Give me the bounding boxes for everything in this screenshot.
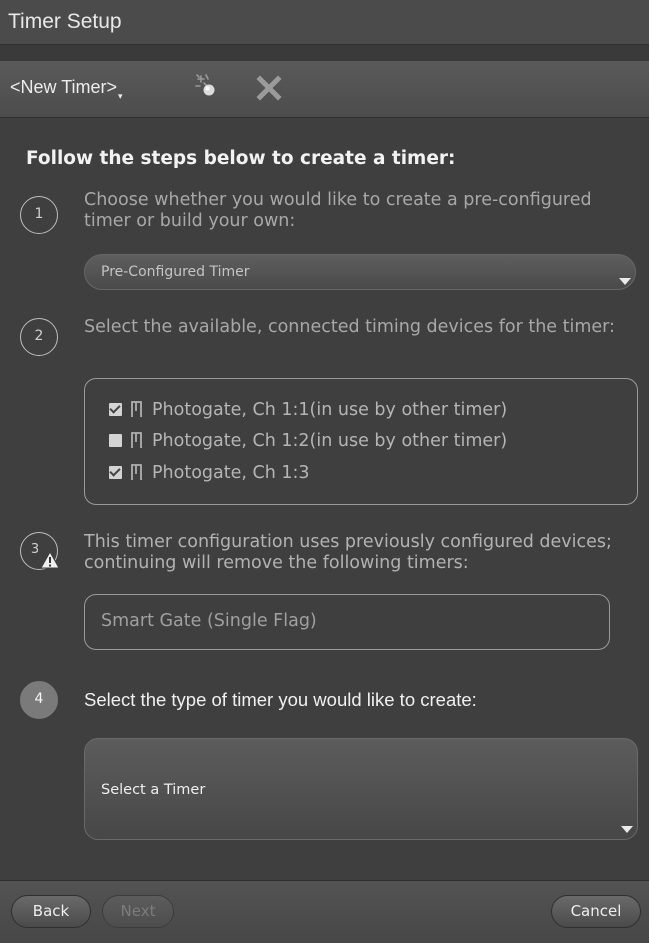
step-4-indicator: 4 — [20, 681, 58, 719]
timer-source-value: Pre-Configured Timer — [101, 264, 250, 280]
chevron-down-icon: ▾ — [118, 91, 123, 101]
device-list: Photogate, Ch 1:1(in use by other timer)… — [84, 378, 638, 505]
step-2-indicator: 2 — [20, 318, 58, 356]
device-item[interactable]: Photogate, Ch 1:2(in use by other timer) — [109, 431, 507, 457]
chevron-down-icon — [621, 826, 633, 833]
next-button[interactable]: Next — [102, 895, 174, 928]
footer-bar: Back Next Cancel — [0, 880, 649, 943]
back-button[interactable]: Back — [11, 895, 91, 928]
step-1-indicator: 1 — [20, 196, 58, 234]
cancel-button[interactable]: Cancel — [551, 895, 641, 928]
wizard-wand-icon[interactable] — [192, 73, 222, 103]
timer-type-dropdown[interactable]: Select a Timer — [84, 738, 638, 840]
device-label: Photogate, Ch 1:3 — [152, 463, 310, 483]
wizard-content: Follow the steps below to create a timer… — [0, 118, 649, 880]
device-label: Photogate, Ch 1:1(in use by other timer) — [152, 400, 508, 420]
device-checkbox[interactable] — [109, 466, 122, 479]
timers-to-remove-box: Smart Gate (Single Flag) — [84, 594, 610, 650]
step-3-number: 3 — [30, 542, 40, 557]
instructions-heading: Follow the steps below to create a timer… — [26, 148, 456, 169]
photogate-icon — [131, 432, 142, 448]
window-title: Timer Setup — [8, 10, 122, 33]
timer-type-value: Select a Timer — [101, 782, 206, 798]
device-checkbox[interactable] — [109, 403, 122, 416]
device-item[interactable]: Photogate, Ch 1:1(in use by other timer) — [109, 400, 507, 426]
timer-source-dropdown[interactable]: Pre-Configured Timer — [84, 254, 636, 290]
device-checkbox[interactable] — [109, 434, 122, 447]
step-1-text: Choose whether you would like to create … — [84, 190, 592, 231]
step-3-text: This timer configuration uses previously… — [84, 532, 612, 573]
chevron-down-icon — [619, 278, 631, 285]
close-icon[interactable] — [254, 73, 284, 103]
warning-icon — [40, 551, 60, 569]
step-4-text: Select the type of timer you would like … — [84, 689, 477, 710]
timer-name-label: <New Timer> — [10, 77, 118, 97]
title-bar: Timer Setup — [0, 0, 649, 45]
photogate-icon — [131, 464, 142, 480]
device-item[interactable]: Photogate, Ch 1:3 — [109, 463, 310, 489]
step-2-text: Select the available, connected timing d… — [84, 317, 615, 337]
device-label: Photogate, Ch 1:2(in use by other timer) — [152, 431, 508, 451]
timer-name-dropdown[interactable]: <New Timer>▾ — [10, 77, 123, 102]
title-separator — [0, 45, 649, 61]
toolbar: <New Timer>▾ — [0, 61, 649, 118]
photogate-icon — [131, 401, 142, 417]
